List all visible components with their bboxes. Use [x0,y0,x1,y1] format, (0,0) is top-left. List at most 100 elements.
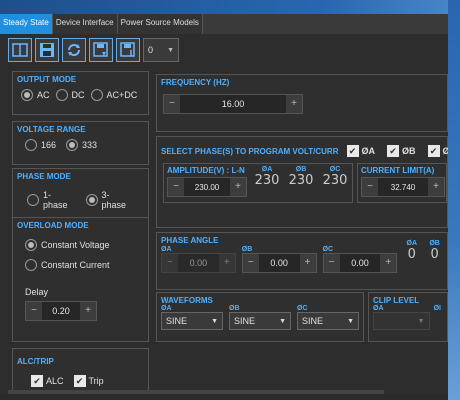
save-as-button[interactable] [89,38,113,62]
preset-select-value: 0 [148,45,154,55]
waveforms-title: WAVEFORMS [161,296,213,305]
tab-device-interface[interactable]: Device Interface [52,14,118,34]
checkbox-label: ØB [402,146,416,156]
current-limit-spinner: − 32.740 + [361,177,445,197]
radio-label: 1-phase [43,190,68,210]
save-as-icon [93,42,108,57]
phase-angle-a-decrement-button[interactable]: − [162,254,178,272]
overload-mode-panel: OVERLOAD MODE Constant Voltage Constant … [12,217,149,342]
trip-checkbox[interactable]: ✔ Trip [73,375,104,387]
radio-constant-voltage[interactable]: Constant Voltage [25,239,110,251]
frequency-value[interactable]: 16.00 [180,99,286,109]
phase-angle-b-decrement-button[interactable]: − [242,254,259,272]
alc-checkbox[interactable]: ✔ ALC [31,375,64,387]
delay-increment-button[interactable]: + [80,302,96,320]
radio-constant-current[interactable]: Constant Current [25,259,110,271]
amplitude-increment-button[interactable]: + [230,178,246,196]
radio-333[interactable]: 333 [66,139,97,151]
radio-circle [66,139,79,151]
current-limit-group: CURRENT LIMIT(A) − 32.740 + [357,163,447,203]
phase-angle-a-spinner: − 0.00 + [161,253,236,273]
save-button[interactable] [35,38,59,62]
current-limit-increment-button[interactable]: + [428,178,444,196]
current-limit-decrement-button[interactable]: − [362,178,378,196]
amplitude-decrement-button[interactable]: − [168,178,184,196]
phase-mode-title: PHASE MODE [17,172,71,181]
phase-angle-a-increment-button[interactable]: + [218,254,235,272]
radio-circle [55,89,68,101]
radio-label: Constant Voltage [41,240,110,250]
refresh-icon [68,44,80,56]
frequency-decrement-button[interactable]: − [164,95,180,113]
radio-dc[interactable]: DC [55,89,85,101]
phase-label: ØI [433,305,441,312]
voltage-range-panel: VOLTAGE RANGE 166 333 [12,121,149,165]
phase-angle-c-increment-button[interactable]: + [380,254,397,272]
tab-steady-state[interactable]: Steady State [0,14,53,34]
layout-button[interactable] [8,38,32,62]
preset-select[interactable]: 0 ▼ [143,38,179,62]
phase-label: ØA [373,305,384,312]
radio-3-phase[interactable]: 3-phase [85,190,135,210]
radio-circle [25,259,37,271]
phase-c-checkbox[interactable]: ✔ØC [427,145,449,157]
amplitude-phase-b-readout: 230 [288,173,314,188]
radio-ac[interactable]: AC [21,89,50,101]
toolbar: 0 ▼ [8,38,179,64]
horizontal-scrollbar[interactable] [8,390,384,394]
output-mode-panel: OUTPUT MODE AC DC AC+DC [12,71,149,115]
current-limit-value[interactable]: 32.740 [378,183,428,192]
waveform-c-select[interactable]: SINE ▼ [297,312,359,330]
check-icon: ✔ [31,375,43,387]
phase-label: ØC [322,246,334,253]
refresh-button[interactable] [62,38,86,62]
clip-level-a-select[interactable]: ▼ [373,312,430,330]
alc-trip-panel: ALC/TRIP ✔ ALC ✔ Trip [12,348,149,394]
voltage-range-title: VOLTAGE RANGE [17,125,86,134]
phase-label: ØB [295,166,307,173]
radio-label: AC [37,90,50,100]
amplitude-phase-a-readout: 230 [254,173,280,188]
radio-1-phase[interactable]: 1-phase [27,190,76,210]
phase-angle-b-readout: 0 [430,247,439,262]
amplitude-value[interactable]: 230.00 [184,183,230,192]
phase-angle-a-readout: 0 [407,247,416,262]
phase-angle-c-value[interactable]: 0.00 [340,258,381,268]
phase-label: ØA [161,246,172,253]
phase-angle-a-value[interactable]: 0.00 [178,258,219,268]
tab-power-source-models[interactable]: Power Source Models [117,14,203,34]
save-download-button[interactable] [116,38,140,62]
radio-166[interactable]: 166 [25,139,56,151]
waveform-a-select[interactable]: SINE ▼ [161,312,223,330]
desktop-background [448,0,460,400]
app-window: Steady State Device Interface Power Sour… [0,14,448,394]
alc-trip-title: ALC/TRIP [17,357,54,366]
chevron-down-icon: ▼ [347,317,354,325]
phase-a-checkbox[interactable]: ✔ ØA [346,145,375,157]
delay-decrement-button[interactable]: − [26,302,42,320]
frequency-increment-button[interactable]: + [286,95,302,113]
check-icon: ✔ [427,145,440,157]
radio-circle [25,139,37,151]
chevron-down-icon: ▼ [167,46,174,54]
radio-label: Constant Current [41,260,110,270]
checkbox-label: ØC [442,146,449,156]
amplitude-group: AMPLITUDE(V) : L-N − 230.00 + ØA 230 ØB … [163,163,353,203]
amplitude-phase-c-readout: 230 [322,173,348,188]
phase-angle-b-value[interactable]: 0.00 [259,258,300,268]
overload-mode-title: OVERLOAD MODE [17,221,89,230]
phase-b-checkbox[interactable]: ✔ ØB [387,145,416,157]
select-phases-title: SELECT PHASE(S) TO PROGRAM VOLT/CURR [161,146,339,156]
phase-angle-b-increment-button[interactable]: + [299,254,316,272]
frequency-title: FREQUENCY (HZ) [161,78,230,87]
phase-angle-c-decrement-button[interactable]: − [323,254,340,272]
delay-value[interactable]: 0.20 [42,306,80,316]
tab-bar: Steady State Device Interface Power Sour… [0,14,448,34]
frequency-panel: FREQUENCY (HZ) − 16.00 + [156,74,448,132]
phase-label: ØB [429,240,440,247]
waveform-b-select[interactable]: SINE ▼ [229,312,291,330]
window-chrome-top [0,0,460,14]
radio-label: 166 [41,140,57,150]
radio-acdc[interactable]: AC+DC [90,89,137,101]
delay-label: Delay [25,287,49,297]
